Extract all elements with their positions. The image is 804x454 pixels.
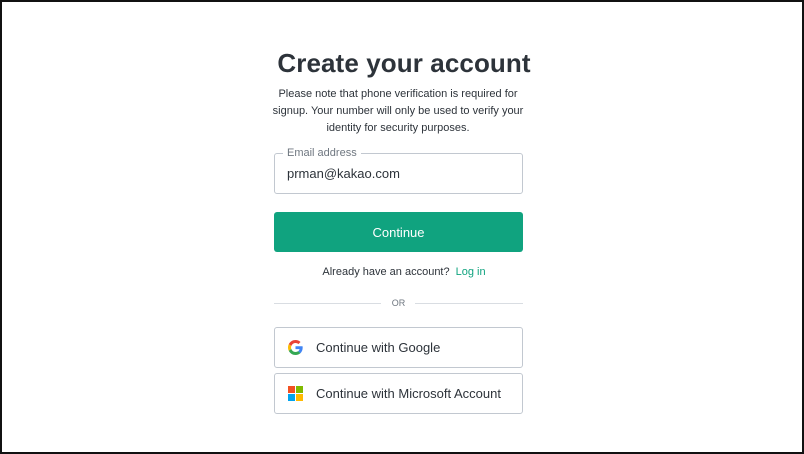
google-icon <box>288 340 303 355</box>
continue-with-google-label: Continue with Google <box>316 340 441 355</box>
divider-text: OR <box>391 298 406 308</box>
page-subtitle: Please note that phone verification is r… <box>272 88 524 134</box>
continue-button[interactable]: Continue <box>274 212 523 252</box>
email-field-container: Email address <box>274 146 523 194</box>
page-title: Create your account <box>277 48 531 78</box>
divider-left-line <box>274 303 381 304</box>
login-prompt-text: Already have an account? <box>322 266 450 278</box>
email-field-label: Email address <box>283 146 361 160</box>
continue-with-google-button[interactable]: Continue with Google <box>274 327 523 368</box>
login-prompt-line: Already have an account? Log in <box>2 266 804 278</box>
continue-with-microsoft-button[interactable]: Continue with Microsoft Account <box>274 373 523 414</box>
microsoft-icon <box>288 386 303 401</box>
signup-page: Create your account Please note that pho… <box>0 0 804 454</box>
continue-with-microsoft-label: Continue with Microsoft Account <box>316 386 501 401</box>
login-link[interactable]: Log in <box>456 266 486 278</box>
divider-right-line <box>415 303 523 304</box>
